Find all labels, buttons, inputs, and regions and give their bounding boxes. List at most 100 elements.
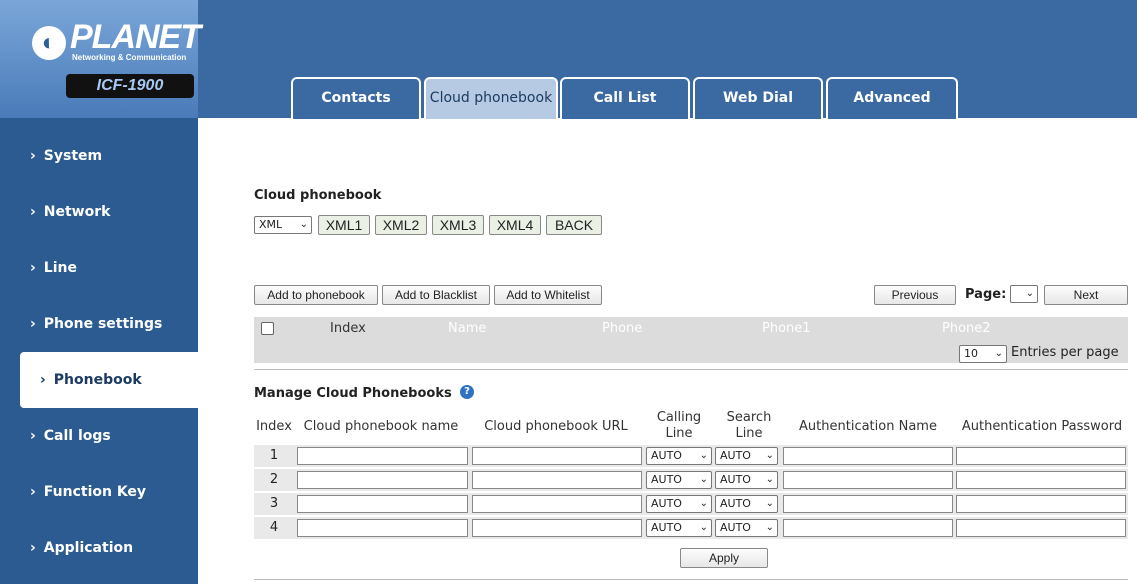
header-bar: ◐ PLANET Networking & Communication ICF-… bbox=[0, 0, 1137, 119]
row-index: 4 bbox=[269, 520, 279, 535]
select-value: XML bbox=[259, 218, 283, 231]
help-icon[interactable]: ? bbox=[460, 385, 474, 399]
tab-contacts[interactable]: Contacts bbox=[291, 77, 421, 119]
tab-cloud-phonebook[interactable]: Cloud phonebook bbox=[424, 77, 558, 119]
previous-button[interactable]: Previous bbox=[874, 285, 956, 305]
manage-col-url: Cloud phonebook URL bbox=[484, 419, 628, 434]
manage-col-name: Cloud phonebook name bbox=[303, 419, 459, 434]
chevron-down-icon: ⌄ bbox=[765, 498, 774, 509]
tab-web-dial[interactable]: Web Dial bbox=[693, 77, 823, 119]
next-button[interactable]: Next bbox=[1044, 285, 1128, 305]
chevron-right-icon: › bbox=[30, 540, 36, 556]
tab-advanced[interactable]: Advanced bbox=[826, 77, 958, 119]
sidebar-item-system[interactable]: › System bbox=[0, 128, 198, 184]
back-button[interactable]: BACK bbox=[546, 215, 602, 235]
row-index: 1 bbox=[269, 448, 279, 463]
column-name: Name bbox=[448, 321, 487, 336]
sidebar-item-label: Line bbox=[43, 260, 77, 276]
auth-name-input[interactable] bbox=[783, 519, 953, 537]
sidebar-item-function-key[interactable]: › Function Key bbox=[0, 464, 198, 520]
search-line-select[interactable]: AUTO ⌄ bbox=[715, 447, 778, 465]
phonebook-url-input[interactable] bbox=[472, 519, 642, 537]
cloud-phonebook-title: Cloud phonebook bbox=[254, 188, 382, 203]
chevron-down-icon: ⌄ bbox=[699, 498, 708, 509]
xml2-button[interactable]: XML2 bbox=[375, 215, 427, 235]
divider bbox=[254, 579, 1128, 580]
auth-name-input[interactable] bbox=[783, 471, 953, 489]
add-to-whitelist-button[interactable]: Add to Whitelist bbox=[494, 285, 602, 305]
search-line-select[interactable]: AUTO ⌄ bbox=[715, 495, 778, 513]
chevron-down-icon: ⌄ bbox=[765, 450, 774, 461]
xml1-button[interactable]: XML1 bbox=[318, 215, 370, 235]
phonebook-url-input[interactable] bbox=[472, 447, 642, 465]
select-all-checkbox[interactable] bbox=[261, 322, 274, 335]
divider bbox=[254, 369, 1128, 370]
chevron-down-icon: ⌄ bbox=[699, 474, 708, 485]
sidebar-item-label: Phone settings bbox=[43, 316, 163, 332]
calling-line-select[interactable]: AUTO ⌄ bbox=[646, 495, 712, 513]
manage-col-auth-name: Authentication Name bbox=[799, 419, 937, 434]
apply-button[interactable]: Apply bbox=[680, 548, 768, 568]
phonebook-name-input[interactable] bbox=[297, 495, 468, 513]
calling-line-select[interactable]: AUTO ⌄ bbox=[646, 471, 712, 489]
chevron-down-icon: ⌄ bbox=[994, 348, 1003, 359]
phonebook-url-input[interactable] bbox=[472, 495, 642, 513]
phonebook-type-select[interactable]: XML ⌄ bbox=[254, 216, 312, 234]
calling-line-select[interactable]: AUTO ⌄ bbox=[646, 447, 712, 465]
chevron-down-icon: ⌄ bbox=[699, 450, 708, 461]
chevron-right-icon: › bbox=[30, 148, 36, 164]
chevron-right-icon: › bbox=[40, 372, 46, 388]
select-value: AUTO bbox=[651, 497, 682, 510]
sidebar-item-label: Network bbox=[43, 204, 111, 220]
search-line-select[interactable]: AUTO ⌄ bbox=[715, 471, 778, 489]
chevron-right-icon: › bbox=[30, 484, 36, 500]
sidebar-item-phone-settings[interactable]: › Phone settings bbox=[0, 296, 198, 352]
logo-area: ◐ PLANET Networking & Communication ICF-… bbox=[0, 0, 201, 118]
auth-password-input[interactable] bbox=[956, 495, 1126, 513]
column-phone: Phone bbox=[602, 321, 643, 336]
select-value: AUTO bbox=[720, 449, 751, 462]
row-index: 2 bbox=[269, 472, 279, 487]
model-badge: ICF-1900 bbox=[66, 74, 194, 98]
select-value: AUTO bbox=[651, 473, 682, 486]
tab-call-list[interactable]: Call List bbox=[560, 77, 690, 119]
column-phone1: Phone1 bbox=[762, 321, 811, 336]
chevron-right-icon: › bbox=[30, 260, 36, 276]
add-to-phonebook-button[interactable]: Add to phonebook bbox=[254, 285, 378, 305]
phonebook-name-input[interactable] bbox=[297, 447, 468, 465]
auth-password-input[interactable] bbox=[956, 519, 1126, 537]
phonebook-url-input[interactable] bbox=[472, 471, 642, 489]
auth-password-input[interactable] bbox=[956, 471, 1126, 489]
page-select[interactable]: ⌄ bbox=[1010, 285, 1038, 303]
planet-logo-icon: ◐ bbox=[32, 26, 66, 60]
xml4-button[interactable]: XML4 bbox=[489, 215, 541, 235]
phonebook-name-input[interactable] bbox=[297, 471, 468, 489]
select-value: AUTO bbox=[720, 521, 751, 534]
select-value: AUTO bbox=[720, 497, 751, 510]
manage-col-search-line: Search Line bbox=[726, 410, 772, 441]
sidebar-item-network[interactable]: › Network bbox=[0, 184, 198, 240]
chevron-right-icon: › bbox=[30, 204, 36, 220]
page-label: Page: bbox=[965, 287, 1007, 302]
entries-per-page-select[interactable]: 10 ⌄ bbox=[959, 345, 1007, 363]
phonebook-name-input[interactable] bbox=[297, 519, 468, 537]
sidebar-item-label: Phonebook bbox=[53, 372, 142, 388]
auth-password-input[interactable] bbox=[956, 447, 1126, 465]
add-to-blacklist-button[interactable]: Add to Blacklist bbox=[382, 285, 490, 305]
auth-name-input[interactable] bbox=[783, 495, 953, 513]
sidebar-item-line[interactable]: › Line bbox=[0, 240, 198, 296]
logo-text: PLANET bbox=[70, 18, 201, 56]
auth-name-input[interactable] bbox=[783, 447, 953, 465]
calling-line-select[interactable]: AUTO ⌄ bbox=[646, 519, 712, 537]
sidebar-item-application[interactable]: › Application bbox=[0, 520, 198, 576]
sidebar-item-label: System bbox=[43, 148, 103, 164]
xml3-button[interactable]: XML3 bbox=[432, 215, 484, 235]
manage-col-auth-password: Authentication Password bbox=[961, 419, 1123, 434]
chevron-down-icon: ⌄ bbox=[765, 522, 774, 533]
sidebar-item-phonebook[interactable]: › Phonebook bbox=[20, 352, 198, 408]
sidebar-item-call-logs[interactable]: › Call logs bbox=[0, 408, 198, 464]
manage-col-calling-line: Calling Line bbox=[656, 410, 702, 441]
search-line-select[interactable]: AUTO ⌄ bbox=[715, 519, 778, 537]
sidebar: › System › Network › Line › Phone settings ›… bbox=[0, 118, 198, 584]
select-value: 10 bbox=[964, 347, 978, 360]
